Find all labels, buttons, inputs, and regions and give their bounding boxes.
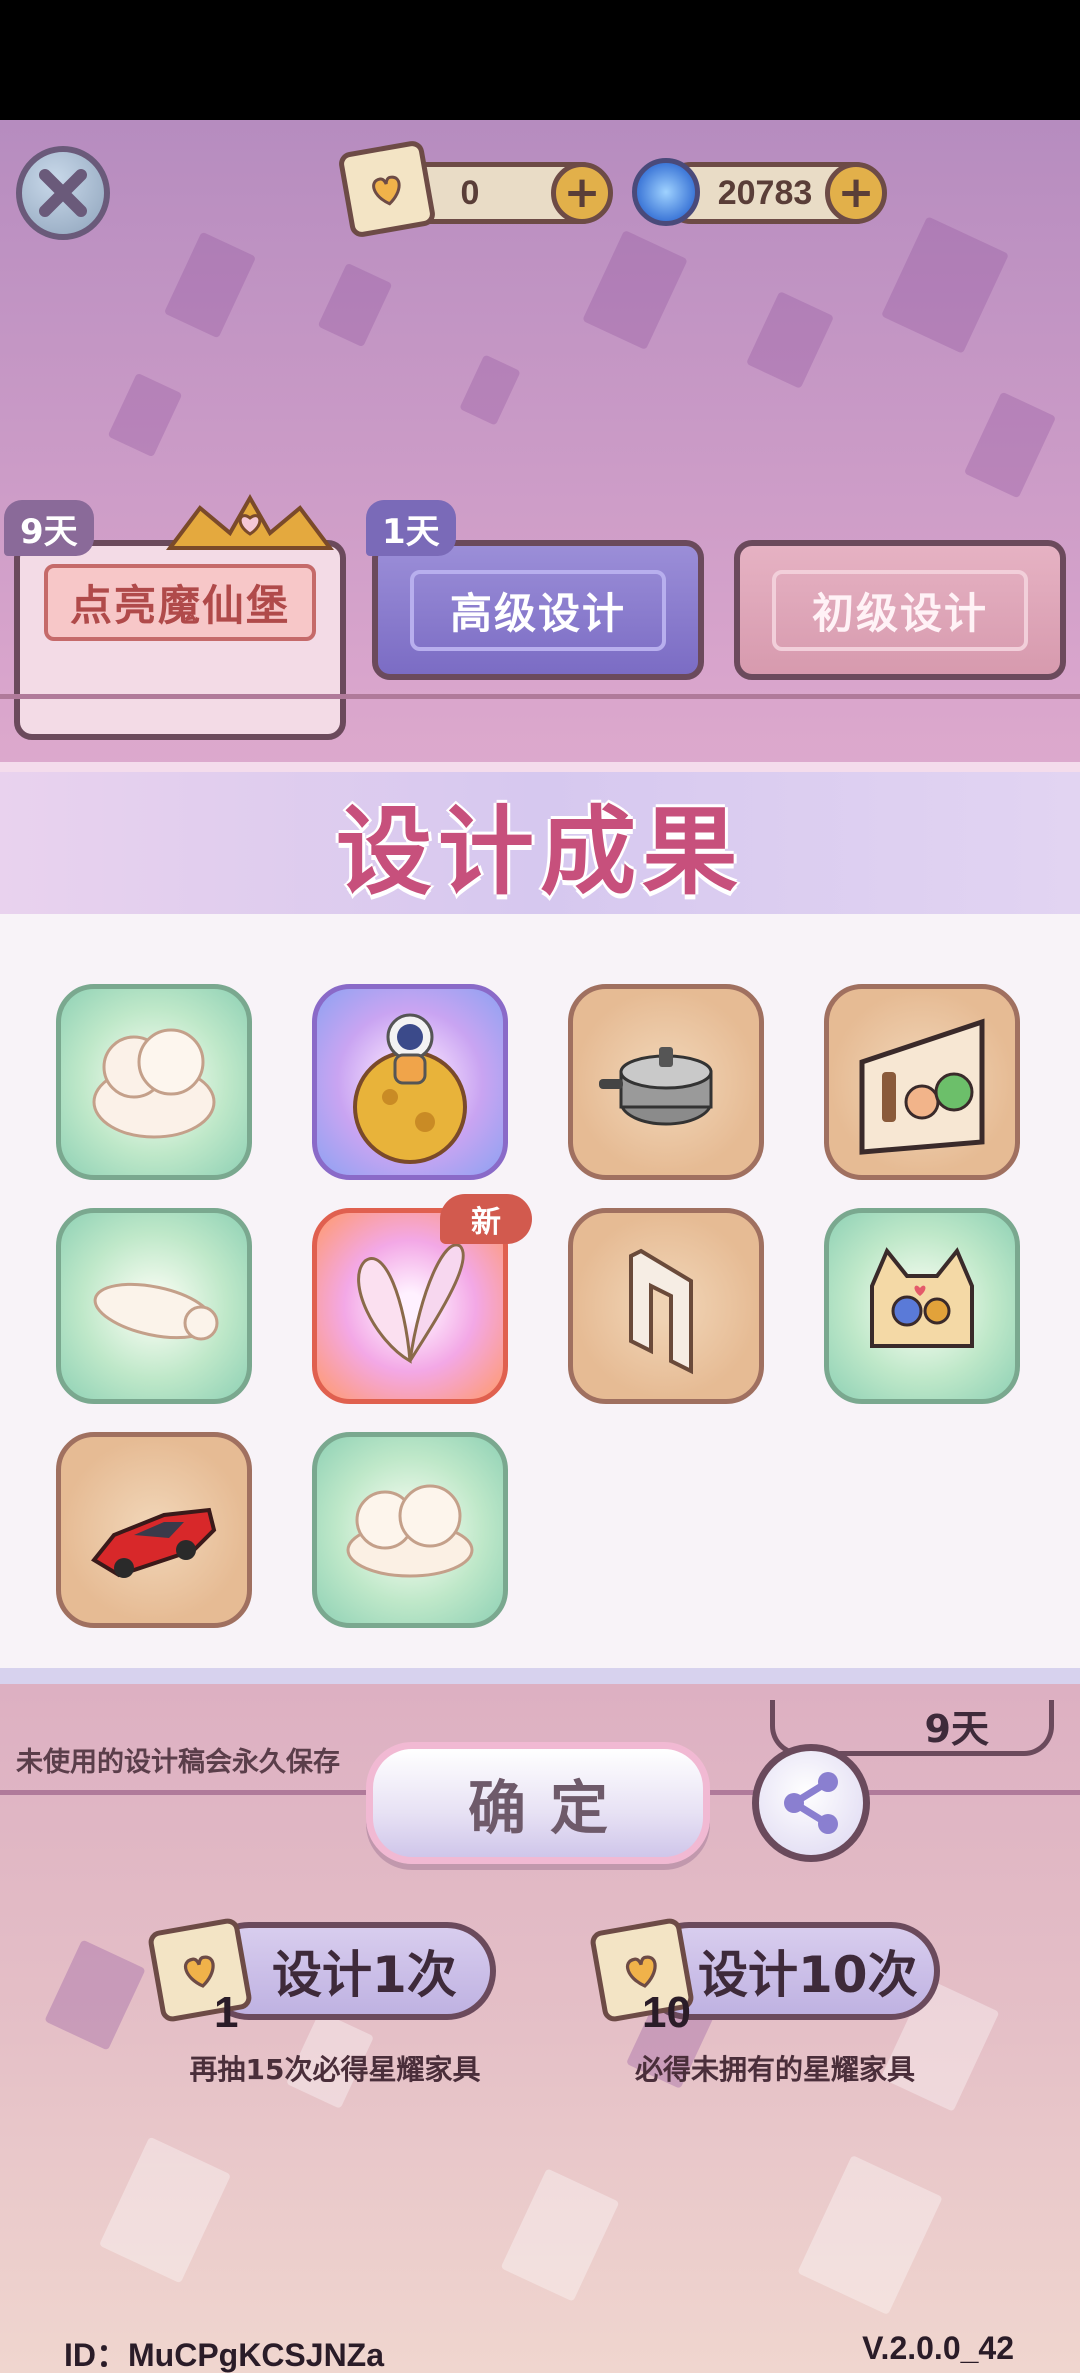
design-once-label: 设计1次	[272, 1946, 457, 2004]
tab-days-badge: 9天	[4, 500, 94, 556]
potion-shelf-icon	[859, 1018, 985, 1155]
cloud-bench-icon	[346, 1484, 474, 1578]
new-badge: 新	[440, 1194, 532, 1244]
close-icon	[39, 169, 87, 217]
tab-advanced-design[interactable]: 高级设计	[372, 540, 704, 680]
player-id: ID：MuCPgKCSJNZa	[64, 2337, 385, 2373]
confirm-button[interactable]: 确定	[366, 1742, 710, 1864]
result-item-astronaut-moon[interactable]	[312, 984, 508, 1180]
tab-label: 点亮魔仙堡	[69, 581, 290, 630]
result-item-cat-pillow[interactable]	[56, 1208, 252, 1404]
result-item-cat-ear-bag[interactable]	[824, 1208, 1020, 1404]
cat-ear-bag-icon	[870, 1247, 974, 1348]
design-once-hint: 再抽15次必得星耀家具	[189, 2053, 481, 2086]
white-arch-icon	[629, 1248, 693, 1375]
cat-pillow-icon	[93, 1282, 219, 1341]
swirl-gem-icon	[632, 158, 700, 226]
pressure-cooker-icon	[599, 1047, 713, 1126]
butterfly-wings-icon	[357, 1243, 465, 1364]
result-panel-header: 设计成果	[0, 762, 1080, 914]
close-button[interactable]	[16, 146, 110, 240]
add-gem-button[interactable]: +	[825, 162, 887, 224]
cloud-sofa-icon	[92, 1028, 216, 1139]
result-item-red-sports-car[interactable]	[56, 1432, 252, 1628]
red-sports-car-icon	[91, 1507, 217, 1578]
design-scroll-icon	[337, 139, 437, 239]
notice-text: 未使用的设计稿会永久保存	[16, 1747, 340, 1778]
result-panel: 新	[0, 914, 1080, 1684]
plus-icon: +	[563, 167, 601, 218]
version-label: V.2.0.0_42	[862, 2330, 1014, 2366]
result-item-cloud-sofa[interactable]	[56, 984, 252, 1180]
crown-ornament-icon	[166, 493, 334, 550]
confirm-label: 确定	[467, 1774, 632, 1842]
result-item-pressure-cooker[interactable]	[568, 984, 764, 1180]
result-item-cloud-bench[interactable]	[312, 1432, 508, 1628]
result-item-white-arch[interactable]	[568, 1208, 764, 1404]
design-ten-label: 设计10次	[698, 1946, 918, 2004]
tab-basic-design[interactable]: 初级设计	[734, 540, 1066, 680]
tab-light-castle[interactable]: 点亮魔仙堡	[14, 540, 346, 740]
result-item-potion-shelf[interactable]	[824, 984, 1020, 1180]
tab-divider	[0, 694, 1080, 699]
share-button[interactable]	[752, 1744, 870, 1862]
tab-label: 高级设计	[449, 588, 626, 638]
design-ten-hint: 必得未拥有的星耀家具	[634, 2053, 915, 2086]
plus-icon: +	[837, 167, 875, 218]
tab-days-badge: 1天	[366, 500, 456, 556]
add-scroll-button[interactable]: +	[551, 162, 613, 224]
status-bar	[0, 0, 1080, 120]
tab-label: 初级设计	[811, 588, 988, 638]
share-icon	[784, 1772, 838, 1834]
astronaut-moon-icon	[353, 1013, 467, 1164]
design-ten-count: 10	[642, 1988, 691, 2037]
behind-timer-value: 9天	[924, 1707, 989, 1751]
design-once-count: 1	[214, 1988, 239, 2037]
result-panel-title: 设计成果	[336, 795, 744, 908]
